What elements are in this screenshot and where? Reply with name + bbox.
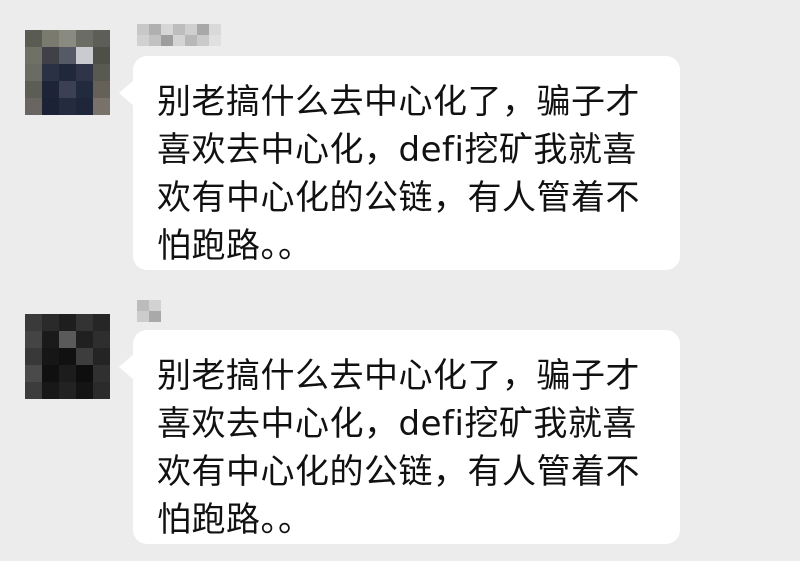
pixelated-avatar-icon [25, 30, 110, 115]
sender-name [137, 300, 161, 322]
sender-avatar[interactable] [25, 314, 110, 399]
message-bubble[interactable]: 别老搞什么去中心化了，骗子才 喜欢去中心化，defi挖矿我就喜 欢有中心化的公链… [119, 330, 680, 544]
message-bubble[interactable]: 别老搞什么去中心化了，骗子才 喜欢去中心化，defi挖矿我就喜 欢有中心化的公链… [119, 56, 680, 270]
pixelated-name-icon [137, 300, 161, 322]
pixelated-avatar-icon [25, 314, 110, 399]
bubble-tail [119, 354, 134, 380]
sender-avatar[interactable] [25, 30, 110, 115]
sender-name [137, 24, 232, 46]
bubble-tail [119, 80, 134, 106]
message-text: 别老搞什么去中心化了，骗子才 喜欢去中心化，defi挖矿我就喜 欢有中心化的公链… [157, 356, 640, 540]
message-text: 别老搞什么去中心化了，骗子才 喜欢去中心化，defi挖矿我就喜 欢有中心化的公链… [157, 82, 640, 266]
pixelated-name-icon [137, 24, 221, 46]
